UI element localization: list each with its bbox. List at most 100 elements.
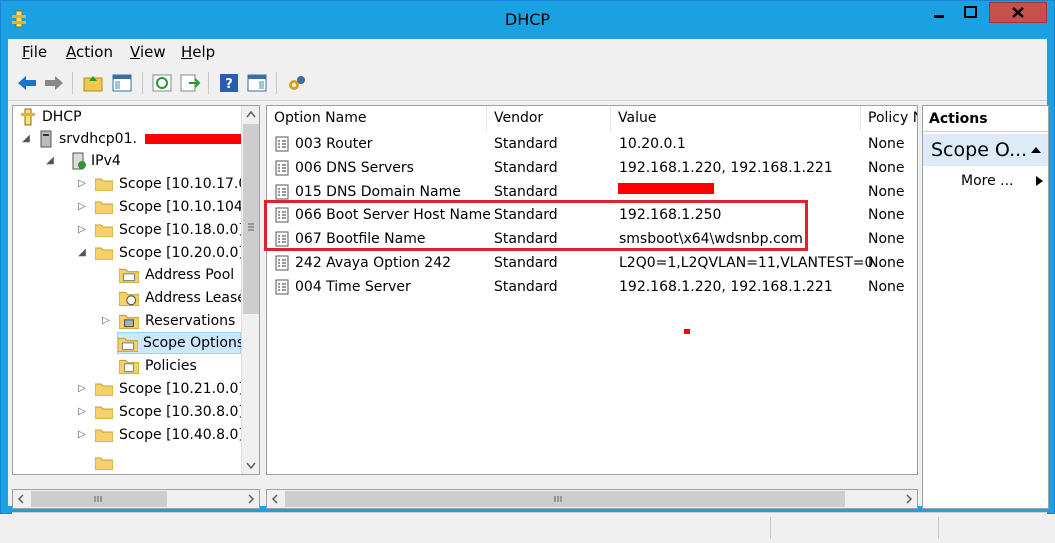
cell-policy: None xyxy=(868,159,905,176)
folder-icon xyxy=(95,247,113,260)
expand-arrow-icon[interactable]: ▷ xyxy=(77,424,87,446)
tree-node-scope-options-selected[interactable]: Scope Options xyxy=(117,332,244,354)
menu-action[interactable]: Action xyxy=(66,43,113,61)
table-row[interactable]: 003 Router Standard 10.20.0.1 None xyxy=(267,132,917,156)
window-title: DHCP xyxy=(504,10,551,29)
minimize-button[interactable] xyxy=(926,2,953,23)
highlight-box xyxy=(264,200,808,251)
cell-policy: None xyxy=(868,183,905,200)
table-row[interactable]: 242 Avaya Option 242 Standard L2Q0=1,L2QVL… xyxy=(267,251,917,275)
tree-horizontal-scrollbar[interactable] xyxy=(12,489,260,509)
cell-policy: None xyxy=(868,136,905,152)
cell-name: 006 DNS Servers xyxy=(295,159,414,176)
actions-pane: Actions Scope O... More ... xyxy=(922,105,1049,509)
forward-arrow-icon xyxy=(45,76,63,90)
title-bar: DHCP xyxy=(1,1,1054,39)
option-list-icon xyxy=(275,255,289,271)
export-list-button[interactable] xyxy=(179,73,201,93)
cell-name: 004 Time Server xyxy=(295,278,411,295)
scroll-up-icon[interactable] xyxy=(242,106,260,122)
actions-section-scope-options[interactable]: Scope O... xyxy=(923,134,1048,166)
dhcp-window: DHCP File Action View Help ? DHCP ◢ srvd… xyxy=(0,0,1055,543)
cell-vendor: Standard xyxy=(494,136,558,152)
option-list-icon xyxy=(275,279,289,295)
menu-view[interactable]: View xyxy=(130,43,166,61)
scroll-right-icon[interactable] xyxy=(901,490,917,508)
back-button[interactable] xyxy=(16,73,38,93)
table-row[interactable]: 006 DNS Servers Standard 192.168.1.220, 19… xyxy=(267,156,917,180)
folder-icon xyxy=(95,178,113,191)
close-button[interactable] xyxy=(989,2,1047,23)
cell-value: L2Q0=1,L2QVLAN=11,VLANTEST=0 xyxy=(619,255,874,271)
table-row[interactable]: 004 Time Server Standard 192.168.1.220, 19… xyxy=(267,275,917,299)
list-horizontal-scrollbar[interactable] xyxy=(266,489,918,509)
scroll-down-icon[interactable] xyxy=(242,458,260,474)
forward-button[interactable] xyxy=(43,73,65,93)
scroll-left-icon[interactable] xyxy=(267,490,283,508)
folder-icon xyxy=(95,429,113,442)
help-button[interactable]: ? xyxy=(218,73,240,93)
mmc-client: File Action View Help ? DHCP ◢ srvdhcp01… xyxy=(8,39,1049,543)
tree-vertical-scrollbar[interactable] xyxy=(241,106,260,474)
actions-header: Actions xyxy=(923,106,1048,132)
dhcp-root-icon xyxy=(21,108,35,126)
minimize-icon xyxy=(934,15,944,18)
cell-value: 192.168.1.220, 192.168.1.221 xyxy=(619,278,833,295)
collapse-up-icon xyxy=(1031,147,1041,153)
scope-options-icon xyxy=(118,337,138,352)
menu-help[interactable]: Help xyxy=(181,43,215,61)
cell-policy: None xyxy=(868,255,905,271)
cell-policy: None xyxy=(868,207,905,224)
maximize-button[interactable] xyxy=(957,2,984,23)
help-icon: ? xyxy=(220,74,238,92)
cell-value: 10.20.0.1 xyxy=(619,136,686,152)
column-header-policy-name[interactable]: Policy N xyxy=(861,106,917,131)
expand-arrow-icon[interactable]: ▷ xyxy=(77,401,87,423)
server-options-button[interactable] xyxy=(286,73,308,93)
console-tree: DHCP ◢ srvdhcp01. ◢ IPv4 ▷ Scope [10.10.… xyxy=(12,105,260,475)
refresh-button[interactable] xyxy=(151,73,173,93)
console-tree-icon xyxy=(112,74,132,92)
address-leases-icon xyxy=(119,291,139,306)
policies-icon xyxy=(119,359,139,374)
column-header-vendor[interactable]: Vendor xyxy=(487,106,611,131)
collapse-arrow-icon[interactable]: ◢ xyxy=(21,128,31,150)
scroll-thumb[interactable] xyxy=(31,491,167,507)
collapse-arrow-icon[interactable]: ◢ xyxy=(77,242,87,264)
actions-more-item[interactable]: More ... xyxy=(961,170,1043,192)
cell-vendor: Standard xyxy=(494,159,558,176)
cell-policy: None xyxy=(868,278,905,295)
scroll-thumb[interactable] xyxy=(243,124,259,314)
menu-file[interactable]: File xyxy=(22,43,47,61)
cell-vendor: Standard xyxy=(494,255,558,271)
reservations-icon xyxy=(119,314,139,329)
expand-arrow-icon[interactable]: ▷ xyxy=(77,378,87,400)
folder-up-icon xyxy=(83,76,103,92)
red-dot xyxy=(684,329,690,334)
grip-icon xyxy=(248,223,254,231)
show-hide-tree-button[interactable] xyxy=(111,73,133,93)
scroll-thumb[interactable] xyxy=(285,491,845,507)
redacted-domain-value xyxy=(618,183,714,194)
back-arrow-icon xyxy=(18,76,36,90)
redacted-server-name xyxy=(145,134,245,144)
collapse-arrow-icon[interactable]: ◢ xyxy=(45,150,55,172)
cell-vendor: Standard xyxy=(494,278,558,295)
cell-name: 003 Router xyxy=(295,136,373,152)
export-icon xyxy=(180,74,201,92)
cell-name: 242 Avaya Option 242 xyxy=(295,255,452,271)
expand-arrow-icon[interactable]: ▷ xyxy=(77,196,87,218)
expand-arrow-icon[interactable]: ▷ xyxy=(77,219,87,241)
expand-arrow-icon[interactable]: ▷ xyxy=(101,310,111,332)
column-header-value[interactable]: Value xyxy=(611,106,861,131)
ipv4-icon xyxy=(72,152,86,170)
menu-bar: File Action View Help xyxy=(8,39,1047,63)
options-list-view: Option Name Vendor Value Policy N 003 Ro… xyxy=(266,105,918,475)
column-header-option-name[interactable]: Option Name xyxy=(267,106,487,131)
folder-icon xyxy=(95,201,113,214)
scroll-left-icon[interactable] xyxy=(13,490,29,508)
up-folder-button[interactable] xyxy=(82,73,104,93)
scroll-right-icon[interactable] xyxy=(243,490,259,508)
expand-arrow-icon[interactable]: ▷ xyxy=(77,173,87,195)
show-action-pane-button[interactable] xyxy=(246,73,268,93)
